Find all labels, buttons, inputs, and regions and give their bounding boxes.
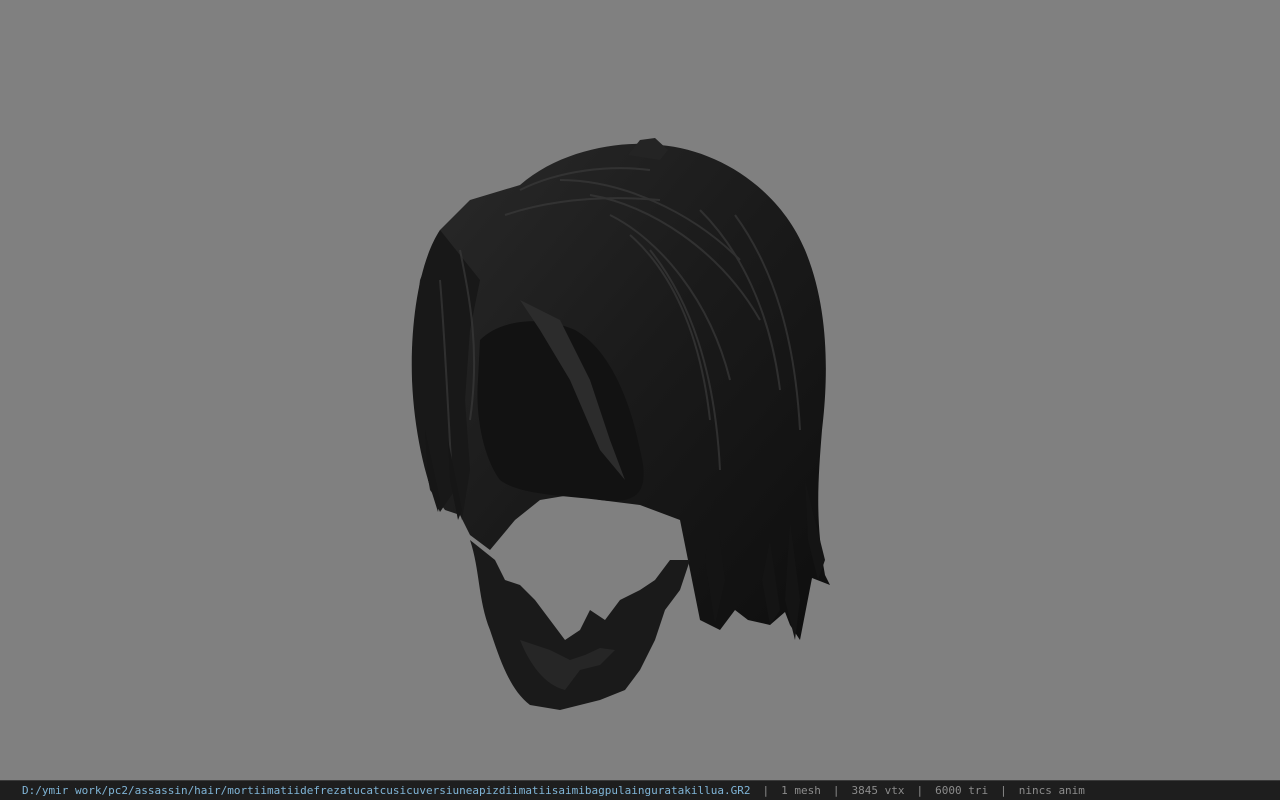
file-path: D:/ymir work/pc2/assassin/hair/mortiimat… (22, 784, 751, 797)
status-separator: | (916, 784, 924, 797)
status-separator: | (832, 784, 840, 797)
mesh-count: 1 mesh (781, 784, 821, 797)
triangle-count: 6000 tri (935, 784, 989, 797)
status-separator: | (762, 784, 770, 797)
animation-status: nincs anim (1018, 784, 1085, 797)
3d-viewport[interactable] (0, 0, 1280, 780)
status-separator: | (1000, 784, 1007, 797)
vertex-count: 3845 vtx (851, 784, 905, 797)
status-bar: D:/ymir work/pc2/assassin/hair/mortiimat… (0, 780, 1280, 800)
hair-model (411, 138, 830, 710)
hair-lower-strands (470, 540, 690, 710)
